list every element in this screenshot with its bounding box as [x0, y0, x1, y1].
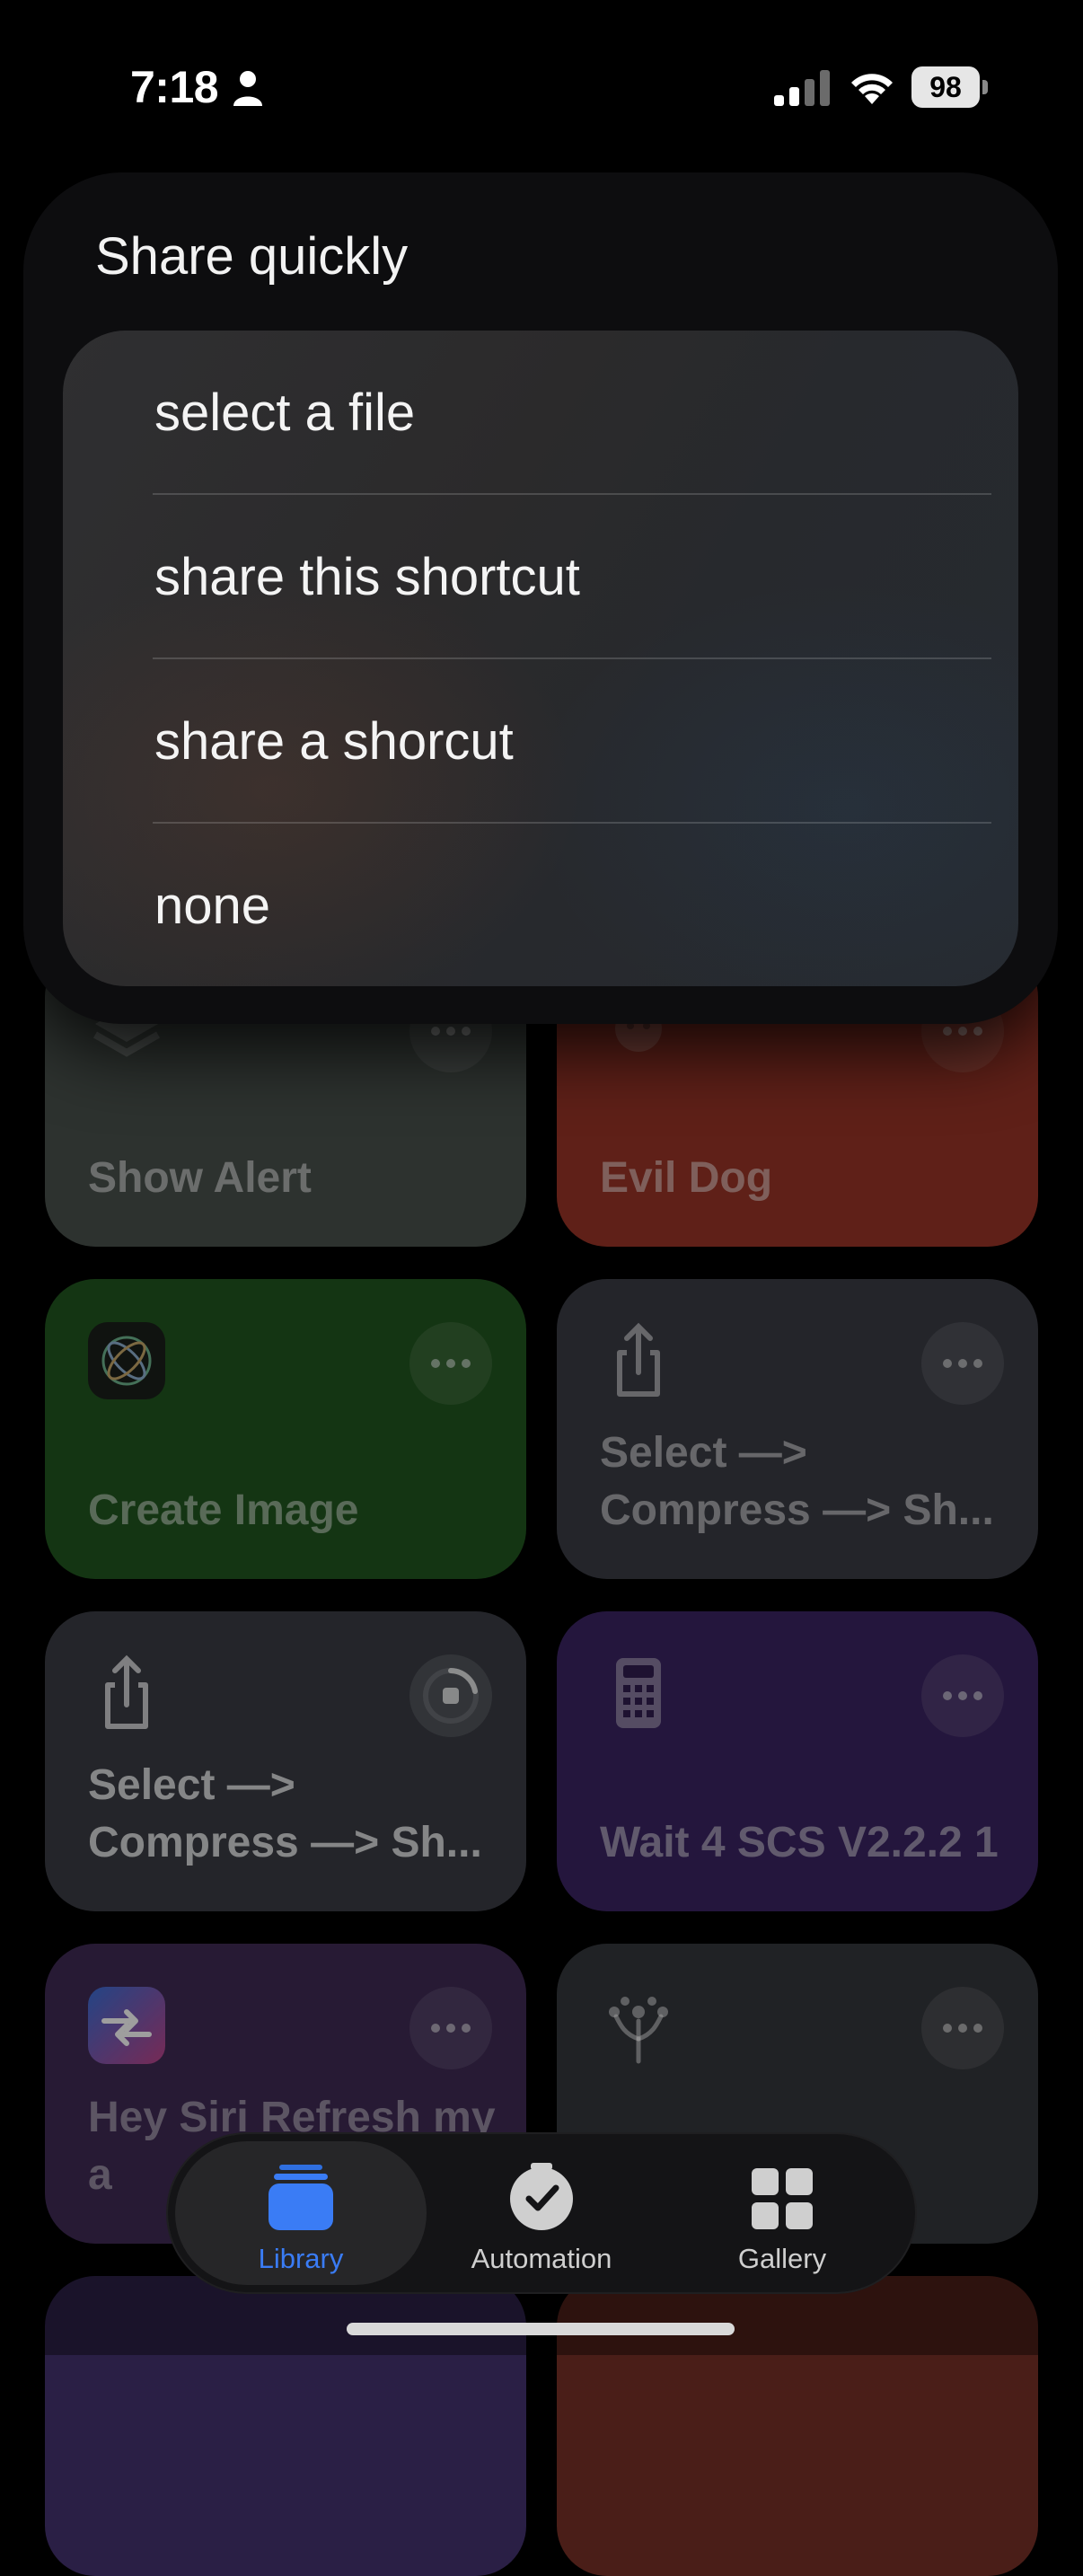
option-label: share this shortcut [154, 548, 580, 606]
tab-label: Library [258, 2243, 344, 2274]
option-none[interactable]: none [63, 824, 1018, 986]
cellular-signal-icon [774, 70, 830, 106]
tab-label: Automation [471, 2243, 612, 2274]
option-label: none [154, 877, 271, 935]
option-share-this-shortcut[interactable]: share this shortcut [63, 495, 1018, 658]
option-label: share a shorcut [154, 712, 514, 771]
automation-clock-icon [510, 2163, 573, 2230]
battery-indicator: 98 [911, 66, 989, 108]
battery-tip [982, 80, 988, 94]
option-select-a-file[interactable]: select a file [63, 331, 1018, 494]
share-quickly-menu: Share quickly select a file share this s… [23, 172, 1058, 1024]
option-share-a-shortcut[interactable]: share a shorcut [63, 659, 1018, 823]
home-indicator[interactable] [347, 2323, 735, 2335]
status-time: 7:18 [130, 62, 219, 112]
person-icon [233, 71, 262, 106]
tab-bar: Library Automation Gallery [166, 2132, 917, 2294]
tab-label: Gallery [737, 2243, 827, 2274]
library-stack-icon [269, 2165, 333, 2230]
gallery-grid-icon [752, 2168, 813, 2229]
option-label: select a file [154, 384, 416, 442]
tab-library[interactable]: Library [175, 2141, 427, 2285]
tab-automation[interactable]: Automation [416, 2141, 667, 2285]
wifi-icon [851, 74, 893, 104]
battery-level: 98 [911, 66, 980, 108]
tab-gallery[interactable]: Gallery [656, 2141, 908, 2285]
option-list: select a file share this shortcut share … [63, 331, 1018, 986]
status-bar: 7:18 98 [0, 0, 1083, 171]
menu-title: Share quickly [95, 227, 409, 286]
